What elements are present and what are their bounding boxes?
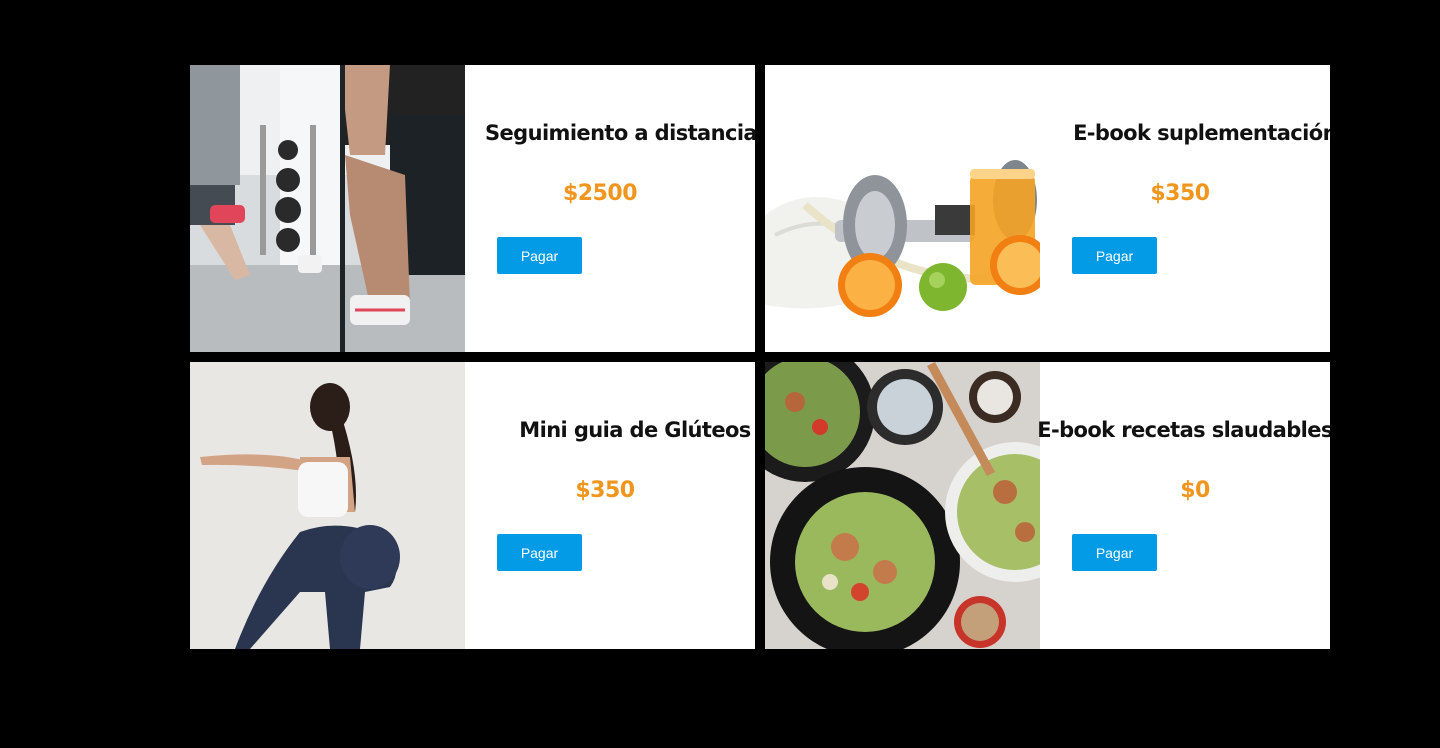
card-body: E-book recetas slaudables $0 Pagar bbox=[1037, 362, 1330, 649]
card-body: E-book suplementación $350 Pagar bbox=[1040, 65, 1330, 352]
product-title: Mini guia de Glúteos bbox=[519, 418, 751, 442]
pay-button[interactable]: Pagar bbox=[1072, 534, 1157, 571]
pay-button[interactable]: Pagar bbox=[1072, 237, 1157, 274]
product-card-seguimiento: Seguimiento a distancia $2500 Pagar bbox=[190, 65, 755, 352]
woman-squat-photo bbox=[190, 362, 465, 649]
product-card-recetas: E-book recetas slaudables $0 Pagar bbox=[765, 362, 1330, 649]
product-title: E-book recetas slaudables bbox=[1037, 418, 1330, 442]
pay-button[interactable]: Pagar bbox=[497, 237, 582, 274]
product-title: E-book suplementación bbox=[1073, 121, 1330, 145]
card-body: Mini guia de Glúteos $350 Pagar bbox=[465, 362, 755, 649]
product-price: $350 bbox=[1150, 181, 1210, 206]
product-price: $350 bbox=[575, 478, 635, 503]
salad-bowls-photo bbox=[765, 362, 1040, 649]
product-price: $0 bbox=[1180, 478, 1210, 503]
product-title: Seguimiento a distancia bbox=[485, 121, 755, 145]
product-card-gluteos: Mini guia de Glúteos $350 Pagar bbox=[190, 362, 755, 649]
dumbbell-orange-juice-photo bbox=[765, 65, 1040, 352]
product-price: $2500 bbox=[562, 181, 638, 206]
product-grid: Seguimiento a distancia $2500 Pagar E-bo… bbox=[190, 65, 1330, 649]
pay-button[interactable]: Pagar bbox=[497, 534, 582, 571]
product-card-suplementacion: E-book suplementación $350 Pagar bbox=[765, 65, 1330, 352]
card-body: Seguimiento a distancia $2500 Pagar bbox=[465, 65, 755, 352]
gym-lunge-photo bbox=[190, 65, 465, 352]
